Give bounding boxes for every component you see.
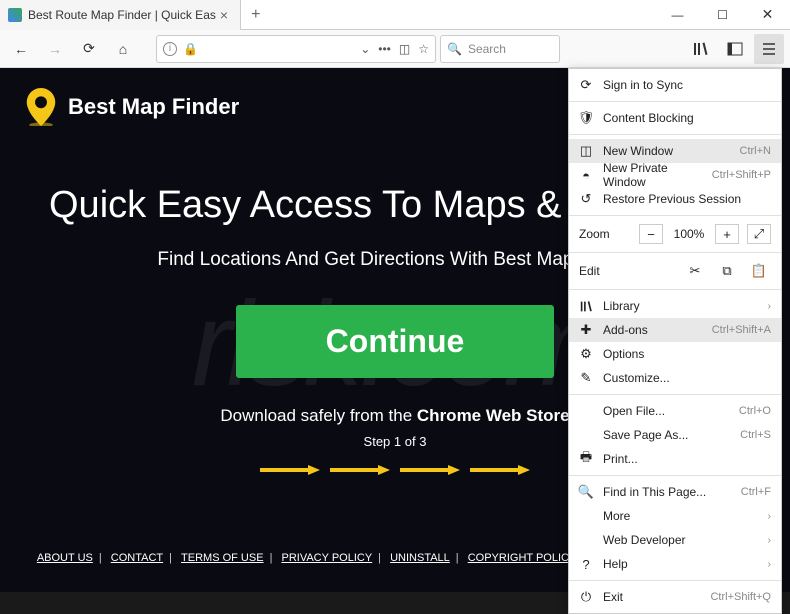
footer-link[interactable]: TERMS OF USE bbox=[181, 552, 264, 564]
fullscreen-button[interactable]: ⤢ bbox=[747, 224, 771, 244]
reader-icon[interactable]: ◫ bbox=[399, 42, 410, 56]
copy-button[interactable]: ⧉ bbox=[715, 261, 739, 281]
menu-exit[interactable]: ⏻ Exit Ctrl+Shift+Q bbox=[569, 585, 781, 609]
menu-print[interactable]: 🖶 Print... bbox=[569, 447, 781, 471]
cut-button[interactable]: ✂ bbox=[683, 261, 707, 281]
chevron-right-icon: › bbox=[768, 535, 771, 546]
home-button[interactable]: ⌂ bbox=[108, 34, 138, 64]
help-icon: ? bbox=[579, 557, 593, 572]
arrow-icon bbox=[330, 465, 390, 475]
menu-sign-in[interactable]: ⟳ Sign in to Sync bbox=[569, 73, 781, 97]
dropdown-icon[interactable]: ⌄ bbox=[360, 42, 370, 56]
paste-button[interactable]: 📋 bbox=[747, 261, 771, 281]
menu-zoom-row: Zoom − 100% + ⤢ bbox=[569, 220, 781, 248]
browser-tab[interactable]: Best Route Map Finder | Quick Eas × bbox=[0, 0, 241, 30]
library-button[interactable] bbox=[686, 34, 716, 64]
close-window-button[interactable]: ✕ bbox=[745, 0, 790, 30]
shield-icon: 🛡 bbox=[579, 110, 593, 126]
zoom-out-button[interactable]: − bbox=[639, 224, 663, 244]
menu-find[interactable]: 🔍 Find in This Page... Ctrl+F bbox=[569, 480, 781, 504]
arrow-icon bbox=[400, 465, 460, 475]
zoom-value: 100% bbox=[671, 227, 707, 241]
url-bar[interactable]: i 🔒 ⌄ ••• ◫ ☆ bbox=[156, 35, 436, 63]
search-icon: 🔍 bbox=[579, 484, 593, 500]
chevron-right-icon: › bbox=[768, 559, 771, 570]
menu-open-file[interactable]: Open File... Ctrl+O bbox=[569, 399, 781, 423]
arrow-icon bbox=[470, 465, 530, 475]
site-info-icon[interactable]: i bbox=[163, 42, 177, 56]
sidebar-button[interactable] bbox=[720, 34, 750, 64]
print-icon: 🖶 bbox=[579, 448, 593, 470]
window-icon: ◫ bbox=[579, 143, 593, 159]
menu-new-private[interactable]: ◓ New Private Window Ctrl+Shift+P bbox=[569, 163, 781, 187]
menu-content-blocking[interactable]: 🛡 Content Blocking bbox=[569, 106, 781, 130]
menu-addons[interactable]: ✚ Add-ons Ctrl+Shift+A bbox=[569, 318, 781, 342]
sync-icon: ⟳ bbox=[579, 77, 593, 93]
titlebar: Best Route Map Finder | Quick Eas × + — … bbox=[0, 0, 790, 30]
menu-customize[interactable]: ✎ Customize... bbox=[569, 366, 781, 390]
menu-web-developer[interactable]: Web Developer › bbox=[569, 528, 781, 552]
menu-restore-session[interactable]: ↺ Restore Previous Session bbox=[569, 187, 781, 211]
tab-title: Best Route Map Finder | Quick Eas bbox=[28, 8, 216, 22]
menu-edit-row: Edit ✂ ⧉ 📋 bbox=[569, 257, 781, 285]
menu-save-page[interactable]: Save Page As... Ctrl+S bbox=[569, 423, 781, 447]
hamburger-menu-button[interactable] bbox=[754, 34, 784, 64]
window-controls: — ☐ ✕ bbox=[655, 0, 790, 30]
maximize-button[interactable]: ☐ bbox=[700, 0, 745, 30]
continue-button[interactable]: Continue bbox=[236, 305, 555, 378]
bookmark-star-icon[interactable]: ☆ bbox=[418, 42, 429, 56]
zoom-in-button[interactable]: + bbox=[715, 224, 739, 244]
menu-options[interactable]: ⚙ Options bbox=[569, 342, 781, 366]
forward-button[interactable]: → bbox=[40, 34, 70, 64]
more-icon[interactable]: ••• bbox=[378, 42, 391, 56]
new-tab-button[interactable]: + bbox=[241, 6, 270, 24]
tab-favicon bbox=[8, 8, 22, 22]
arrow-icon bbox=[260, 465, 320, 475]
footer-link[interactable]: ABOUT US bbox=[37, 552, 93, 564]
hamburger-menu: ⟳ Sign in to Sync 🛡 Content Blocking ◫ N… bbox=[568, 68, 782, 614]
mask-icon: ◓ bbox=[579, 168, 593, 183]
search-icon: 🔍 bbox=[447, 42, 462, 56]
puzzle-icon: ✚ bbox=[579, 322, 593, 338]
lock-icon: 🔒 bbox=[183, 42, 198, 56]
search-placeholder: Search bbox=[468, 42, 506, 56]
menu-library[interactable]: Library › bbox=[569, 294, 781, 318]
footer-link[interactable]: COPYRIGHT POLICY bbox=[468, 552, 577, 564]
menu-more[interactable]: More › bbox=[569, 504, 781, 528]
minimize-button[interactable]: — bbox=[655, 0, 700, 30]
footer-link[interactable]: CONTACT bbox=[111, 552, 163, 564]
menu-help[interactable]: ? Help › bbox=[569, 552, 781, 576]
library-icon bbox=[579, 300, 593, 313]
browser-toolbar: ← → ⟳ ⌂ i 🔒 ⌄ ••• ◫ ☆ 🔍 Search bbox=[0, 30, 790, 68]
reload-button[interactable]: ⟳ bbox=[74, 34, 104, 64]
footer-link[interactable]: PRIVACY POLICY bbox=[281, 552, 372, 564]
map-pin-icon bbox=[26, 88, 56, 126]
exit-icon: ⏻ bbox=[579, 589, 593, 605]
chevron-right-icon: › bbox=[768, 301, 771, 312]
footer-link[interactable]: UNINSTALL bbox=[390, 552, 450, 564]
chevron-right-icon: › bbox=[768, 511, 771, 522]
search-bar[interactable]: 🔍 Search bbox=[440, 35, 560, 63]
menu-new-window[interactable]: ◫ New Window Ctrl+N bbox=[569, 139, 781, 163]
paintbrush-icon: ✎ bbox=[579, 370, 593, 386]
logo-text: Best Map Finder bbox=[68, 94, 239, 120]
back-button[interactable]: ← bbox=[6, 34, 36, 64]
restore-icon: ↺ bbox=[579, 191, 593, 207]
gear-icon: ⚙ bbox=[579, 346, 593, 362]
tab-close-icon[interactable]: × bbox=[216, 7, 232, 23]
